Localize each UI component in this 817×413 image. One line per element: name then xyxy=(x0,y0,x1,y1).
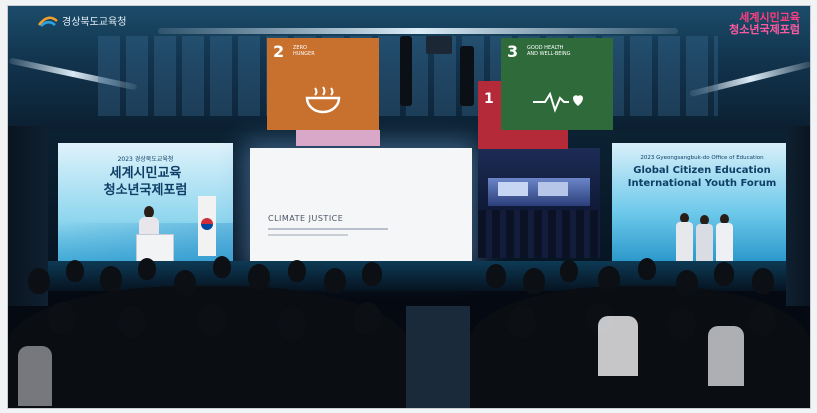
slide-title: CLIMATE JUSTICE xyxy=(268,214,344,223)
event-watermark: 세계시민교육 청소년국제포럼 xyxy=(729,11,800,37)
audience-head xyxy=(213,256,231,278)
audience-head xyxy=(560,260,578,282)
projector xyxy=(426,36,452,54)
audience-head xyxy=(66,260,84,282)
audience-head xyxy=(248,264,270,290)
audience-head xyxy=(353,302,381,334)
speaker-right xyxy=(460,46,474,106)
sdg3-banner: 3 GOOD HEALTH AND WELL-BEING xyxy=(501,38,613,130)
audience-head xyxy=(752,268,774,294)
audience-head xyxy=(48,302,76,334)
slide-line xyxy=(268,228,388,230)
audience-white-shirt xyxy=(18,346,52,406)
slide-line xyxy=(268,234,348,236)
left-screen-line1: 세계시민교육 xyxy=(109,166,182,181)
sdg2-number: 2 xyxy=(273,42,285,61)
office-logo-icon xyxy=(38,16,58,27)
video-frame: 2023 경상북도교육청 세계시민교육 청소년국제포럼 CLIMATE JUST… xyxy=(7,5,811,409)
audience-head xyxy=(638,258,656,280)
heartbeat-icon xyxy=(533,91,583,113)
audience xyxy=(8,246,810,408)
audience-head xyxy=(174,270,196,296)
aisle xyxy=(406,306,470,408)
right-screen-small: 2023 Gyeongsangbuk-do Office of Educatio… xyxy=(640,155,764,161)
audience-head xyxy=(362,262,382,286)
sdg1-number: 1 xyxy=(484,91,494,107)
audience-head xyxy=(28,268,50,294)
watermark-line2: 청소년국제포럼 xyxy=(729,23,800,37)
sdg3-label: GOOD HEALTH AND WELL-BEING xyxy=(527,45,571,57)
audience-head xyxy=(288,260,306,282)
audience-head xyxy=(668,308,696,340)
audience-head xyxy=(324,268,346,294)
bowl-icon xyxy=(305,86,341,114)
audience-white-shirt xyxy=(598,316,638,376)
audience-head xyxy=(714,262,734,286)
audience-head xyxy=(278,308,306,340)
video-screen xyxy=(478,148,600,258)
audience-head xyxy=(598,266,620,292)
audience-head xyxy=(198,304,226,336)
logo-text: 경상북도교육청 xyxy=(62,17,127,28)
broadcaster-logo: 경상북도교육청 xyxy=(38,13,126,28)
audience-head xyxy=(100,266,122,292)
right-screen-line1: Global Citizen Education xyxy=(633,165,771,176)
audience-head xyxy=(508,306,536,338)
left-screen-small: 2023 경상북도교육청 xyxy=(117,156,174,163)
video-inner-screen xyxy=(538,182,568,196)
audience-head xyxy=(676,270,698,296)
banner-lower-pink xyxy=(296,130,380,146)
flag-emblem xyxy=(201,218,213,230)
audience-head xyxy=(486,264,506,288)
sdg2-label: ZERO HUNGER xyxy=(293,45,315,57)
video-inner-screen xyxy=(498,182,528,196)
audience-head xyxy=(523,268,545,294)
speaker-left xyxy=(400,36,412,106)
sdg2-banner: 2 ZERO HUNGER xyxy=(267,38,379,130)
audience-head xyxy=(748,304,776,336)
audience-head xyxy=(118,306,146,338)
ceiling-light xyxy=(158,28,678,34)
audience-head xyxy=(138,258,156,280)
right-screen-line2: International Youth Forum xyxy=(627,178,777,189)
audience-white-shirt xyxy=(708,326,744,386)
sdg3-number: 3 xyxy=(507,42,519,61)
